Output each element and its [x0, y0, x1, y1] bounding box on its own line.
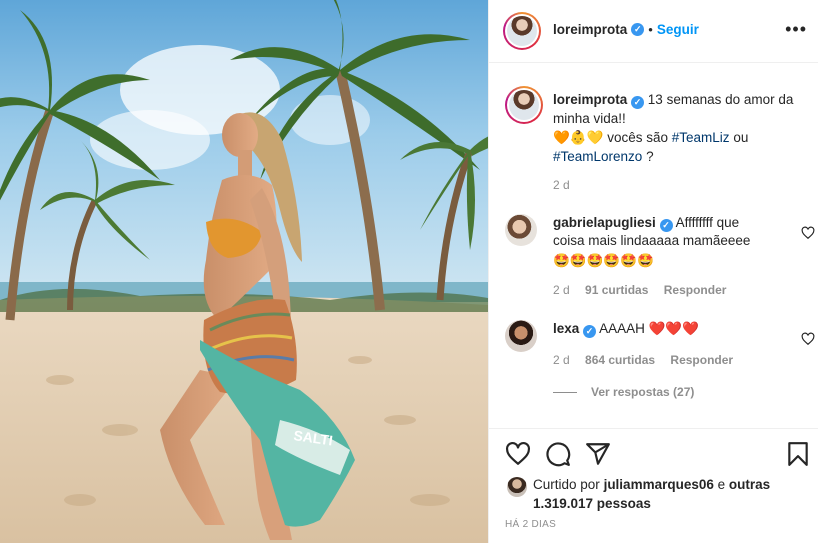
likes-connector: e — [717, 477, 726, 492]
likes-prefix: Curtido por — [533, 477, 600, 492]
comment-body: AAAAH — [599, 321, 645, 336]
comment-text: lexa ✓ AAAAH ❤️❤️❤️ — [553, 320, 773, 338]
verified-icon: ✓ — [659, 219, 673, 232]
replies-divider — [553, 391, 577, 393]
liker-username[interactable]: juliammarques06 — [604, 477, 714, 492]
post-side-panel: loreimprota ✓ • Seguir ••• loreimprota ✓… — [488, 0, 818, 543]
post-header: loreimprota ✓ • Seguir ••• — [489, 0, 818, 63]
caption-or: ou — [733, 130, 749, 145]
hashtag-teamliz[interactable]: #TeamLiz — [672, 130, 730, 145]
comment-emoji: 🤩🤩🤩🤩🤩🤩 — [553, 253, 654, 268]
comment-likes[interactable]: 91 curtidas — [585, 283, 648, 297]
like-comment-heart-icon[interactable] — [801, 226, 815, 240]
view-replies-button[interactable]: Ver respostas (27) — [553, 385, 694, 399]
bookmark-icon[interactable] — [785, 441, 811, 467]
caption-text: loreimprota ✓ 13 semanas do amor da minh… — [553, 90, 803, 166]
commenter-avatar[interactable] — [505, 320, 537, 352]
like-comment-heart-icon[interactable] — [801, 332, 815, 346]
avatar-image — [507, 16, 537, 46]
avatar-image — [509, 90, 539, 120]
verified-icon: ✓ — [631, 23, 645, 36]
post-photo[interactable]: SALTI — [0, 0, 488, 543]
instagram-post: SALTI loreimprota ✓ • Seguir ••• loreimp… — [0, 0, 818, 543]
header-separator: • — [648, 22, 653, 37]
caption-emoji: 🧡👶💛 — [553, 130, 604, 145]
share-icon[interactable] — [585, 441, 611, 467]
comment-text: gabrielapugliesi ✓ Affffffff que coisa m… — [553, 214, 773, 270]
profile-avatar[interactable] — [503, 12, 541, 50]
commenter-avatar[interactable] — [505, 214, 537, 246]
follow-button[interactable]: Seguir — [657, 22, 699, 37]
comment-emoji: ❤️❤️❤️ — [648, 321, 700, 336]
header-username[interactable]: loreimprota — [553, 22, 627, 37]
liker-avatar[interactable] — [507, 477, 527, 497]
more-options-icon[interactable]: ••• — [785, 20, 807, 38]
comment-age[interactable]: 2 d — [553, 353, 570, 367]
hashtag-teamlorenzo[interactable]: #TeamLorenzo — [553, 149, 642, 164]
likes-text: Curtido por juliammarques06 e outras 1.3… — [533, 475, 803, 513]
reply-button[interactable]: Responder — [670, 353, 733, 367]
verified-icon: ✓ — [631, 96, 645, 109]
comment-icon[interactable] — [545, 441, 571, 467]
post-actions: Curtido por juliammarques06 e outras 1.3… — [489, 428, 818, 543]
post-timestamp[interactable]: HÁ 2 DIAS — [505, 519, 556, 530]
comment-likes[interactable]: 864 curtidas — [585, 353, 655, 367]
caption-end: ? — [646, 149, 654, 164]
reply-button[interactable]: Responder — [664, 283, 727, 297]
comment-username[interactable]: gabrielapugliesi — [553, 215, 656, 230]
caption-username[interactable]: loreimprota — [553, 92, 627, 107]
header-info: loreimprota ✓ • Seguir — [553, 22, 699, 37]
verified-icon: ✓ — [583, 325, 597, 338]
comment-username[interactable]: lexa — [553, 321, 579, 336]
heart-icon[interactable] — [505, 441, 531, 467]
view-replies-label: Ver respostas (27) — [591, 385, 695, 399]
comment-meta: 2 d 864 curtidas Responder — [553, 353, 733, 367]
beach-photo: SALTI — [0, 0, 488, 543]
caption-mid: vocês são — [607, 130, 668, 145]
caption-avatar[interactable] — [505, 86, 543, 124]
caption-age[interactable]: 2 d — [553, 178, 570, 192]
comment-age[interactable]: 2 d — [553, 283, 570, 297]
comment-meta: 2 d 91 curtidas Responder — [553, 283, 726, 297]
